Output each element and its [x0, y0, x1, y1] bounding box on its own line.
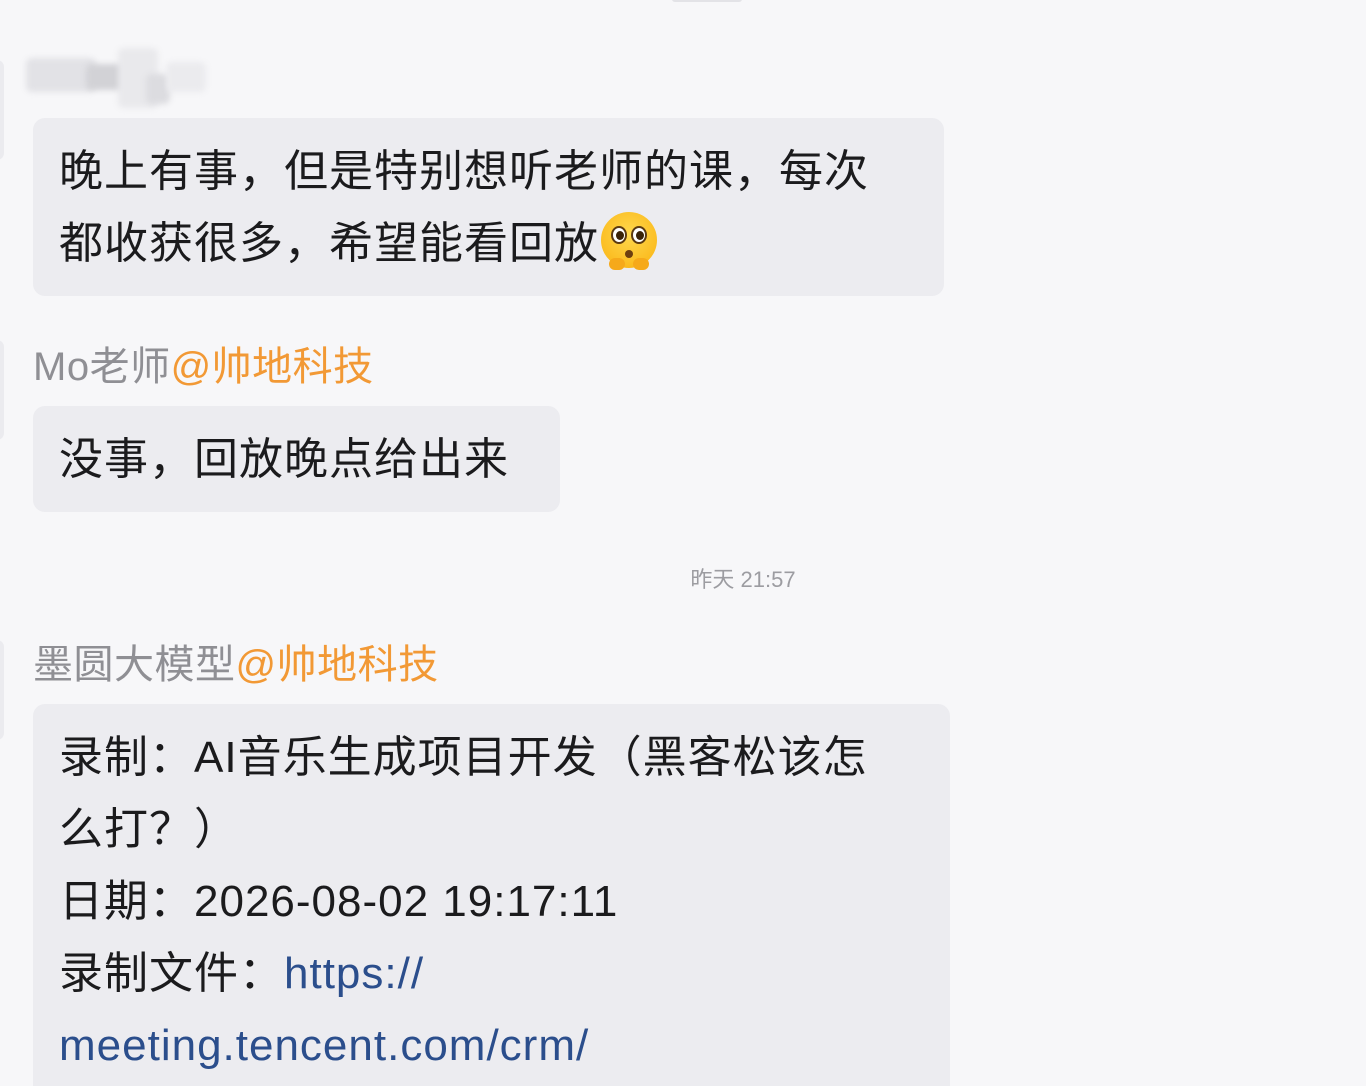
- message-text-line: 录制：AI音乐生成项目开发（黑客松该怎: [59, 733, 868, 782]
- message-bubble[interactable]: 晚上有事，但是特别想听老师的课，每次 都收获很多，希望能看回放: [33, 118, 944, 296]
- recording-link[interactable]: meeting.tencent.com/crm/: [59, 1010, 924, 1082]
- message-bubble[interactable]: 没事，回放晚点给出来: [33, 406, 560, 512]
- top-element-edge: [672, 0, 742, 2]
- sender-label: Mo老师: [33, 345, 171, 389]
- avatar[interactable]: [0, 60, 4, 160]
- pleading-face-icon: [601, 212, 657, 270]
- message-text-line: 日期：2026-08-02 19:17:11: [59, 877, 619, 926]
- sender-name[interactable]: 墨圆大模型@帅地科技: [33, 641, 439, 689]
- sender-name[interactable]: Mo老师@帅地科技: [33, 343, 374, 391]
- avatar[interactable]: [0, 340, 4, 440]
- avatar[interactable]: [0, 640, 4, 740]
- message-text-line: 晚上有事，但是特别想听老师的课，每次: [59, 147, 869, 196]
- file-label: 录制文件：: [59, 949, 284, 998]
- mention-tag[interactable]: @帅地科技: [236, 643, 439, 687]
- chat-window: 晚上有事，但是特别想听老师的课，每次 都收获很多，希望能看回放 Mo老师@帅地科…: [0, 0, 1366, 1086]
- message-text-line: 录制文件：https://: [59, 938, 924, 1010]
- message-text-line: 都收获很多，希望能看回放: [59, 208, 918, 280]
- message-text-line: 么打？）: [59, 805, 239, 854]
- sender-label: 墨圆大模型: [33, 643, 236, 687]
- mention-tag[interactable]: @帅地科技: [171, 345, 374, 389]
- message-bubble[interactable]: 录制：AI音乐生成项目开发（黑客松该怎 么打？） 日期：2026-08-02 1…: [33, 704, 950, 1086]
- message-timestamp: 昨天 21:57: [690, 567, 796, 592]
- message-text-line: 没事，回放晚点给出来: [59, 435, 509, 484]
- blurred-sender-name: [26, 44, 216, 126]
- recording-link[interactable]: https://: [284, 949, 424, 998]
